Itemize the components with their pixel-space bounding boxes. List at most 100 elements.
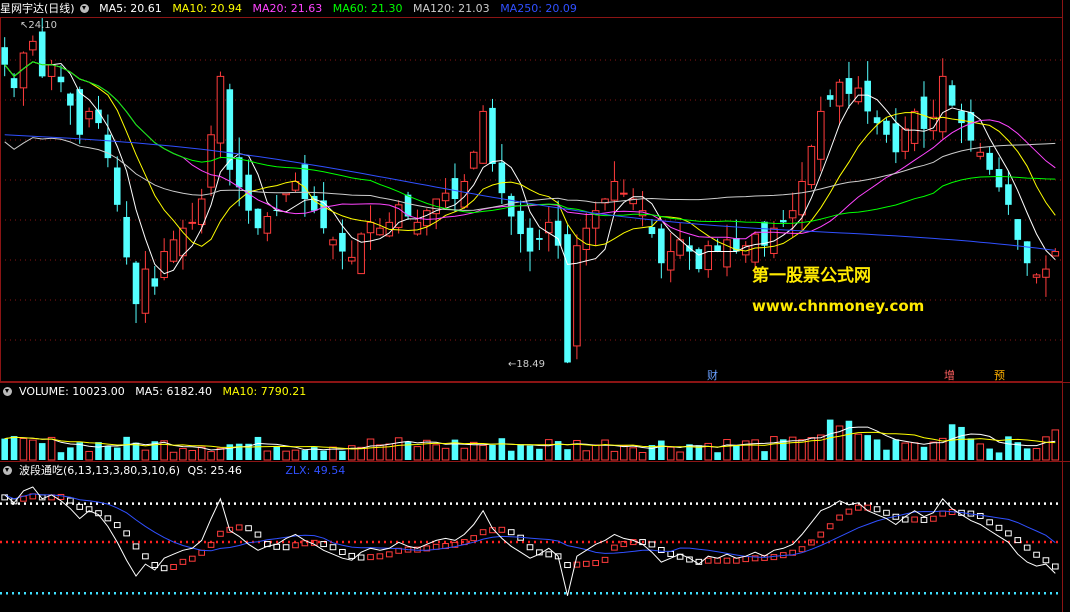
candle-body-down[interactable]: [1023, 241, 1031, 264]
candle-body-down[interactable]: [883, 120, 890, 135]
candle-body-up[interactable]: [1042, 268, 1050, 278]
volume-bar-up[interactable]: [19, 438, 28, 461]
volume-bar-down[interactable]: [507, 450, 515, 460]
candle-body-down[interactable]: [489, 107, 496, 164]
candle-body-down[interactable]: [986, 152, 993, 170]
event-marker-increase[interactable]: 增: [942, 369, 957, 382]
dropdown-icon[interactable]: [3, 466, 12, 475]
volume-bar-down[interactable]: [761, 451, 768, 460]
volume-bar-down[interactable]: [526, 445, 534, 460]
volume-bar-down[interactable]: [113, 447, 121, 460]
candle-body-up[interactable]: [357, 233, 365, 275]
volume-bar-up[interactable]: [638, 451, 647, 461]
candle-body-down[interactable]: [714, 245, 721, 252]
volume-bar-up[interactable]: [207, 451, 215, 461]
candle-body-down[interactable]: [498, 162, 506, 194]
candle-body-down[interactable]: [948, 85, 956, 106]
candle-body-up[interactable]: [723, 239, 731, 268]
candle-body-up[interactable]: [798, 180, 806, 216]
volume-bar-down[interactable]: [235, 443, 243, 460]
candle-body-up[interactable]: [188, 221, 197, 224]
candle-body-up[interactable]: [47, 64, 56, 77]
candle-body-down[interactable]: [517, 210, 524, 235]
candle-body-down[interactable]: [1014, 219, 1022, 240]
volume-bar-down[interactable]: [658, 440, 665, 460]
volume-bar-up[interactable]: [620, 445, 628, 461]
volume-bar-up[interactable]: [676, 451, 684, 461]
volume-bar-down[interactable]: [95, 442, 102, 460]
candle-body-up[interactable]: [835, 81, 844, 107]
volume-bar-up[interactable]: [432, 444, 440, 461]
candle-body-down[interactable]: [526, 227, 534, 252]
volume-bar-down[interactable]: [489, 444, 496, 460]
volume-bar-up[interactable]: [601, 439, 609, 461]
candle-body-down[interactable]: [779, 220, 787, 223]
candle-body-down[interactable]: [873, 117, 881, 124]
candle-body-down[interactable]: [554, 220, 562, 246]
candle-body-up[interactable]: [582, 227, 591, 251]
candle-body-up[interactable]: [817, 110, 825, 160]
candle-body-down[interactable]: [695, 249, 703, 270]
volume-bar-up[interactable]: [591, 444, 600, 461]
candle-body-up[interactable]: [807, 145, 816, 186]
volume-bar-down[interactable]: [273, 446, 281, 460]
candle-body-up[interactable]: [85, 110, 93, 120]
candle-body-up[interactable]: [1051, 251, 1060, 257]
volume-bar-up[interactable]: [441, 447, 450, 461]
candle-body-down[interactable]: [845, 78, 853, 94]
dropdown-icon[interactable]: [3, 387, 12, 396]
volume-bar-up[interactable]: [751, 439, 759, 461]
candle-body-up[interactable]: [423, 210, 431, 227]
volume-bar-down[interactable]: [123, 436, 130, 460]
candle-body-down[interactable]: [235, 157, 243, 188]
candle-body-up[interactable]: [901, 128, 910, 152]
volume-bar-down[interactable]: [883, 449, 890, 460]
candle-body-down[interactable]: [254, 208, 262, 229]
volume-bar-up[interactable]: [817, 434, 825, 461]
candle-body-up[interactable]: [263, 216, 272, 234]
volume-bar-down[interactable]: [826, 419, 834, 460]
volume-bar-up[interactable]: [141, 449, 150, 461]
candle-body-down[interactable]: [658, 228, 665, 264]
volume-bar-up[interactable]: [188, 449, 197, 461]
event-marker-finance[interactable]: 财: [705, 369, 720, 382]
volume-bar-down[interactable]: [920, 446, 928, 460]
volume-bar-down[interactable]: [57, 452, 65, 460]
volume-bar-down[interactable]: [948, 424, 956, 460]
volume-bar-down[interactable]: [536, 448, 543, 460]
candle-body-down[interactable]: [564, 234, 571, 363]
volume-bar-down[interactable]: [320, 450, 327, 460]
volume-bar-down[interactable]: [104, 446, 112, 460]
candle-body-down[interactable]: [132, 262, 140, 305]
volume-bar-up[interactable]: [85, 450, 93, 461]
volume-bar-up[interactable]: [544, 439, 553, 461]
volume-bar-up[interactable]: [479, 444, 487, 461]
candle-body-up[interactable]: [141, 268, 150, 314]
volume-bar-up[interactable]: [770, 436, 778, 461]
volume-bar-up[interactable]: [666, 446, 675, 461]
candle-body-up[interactable]: [469, 151, 478, 169]
volume-bar-up[interactable]: [901, 442, 910, 461]
volume-bar-down[interactable]: [967, 438, 975, 460]
candle-body-up[interactable]: [666, 251, 675, 271]
candle-body-down[interactable]: [451, 178, 459, 199]
candle-body-up[interactable]: [479, 110, 487, 164]
candle-body-up[interactable]: [413, 221, 422, 235]
candle-body-down[interactable]: [339, 232, 346, 252]
volume-bar-up[interactable]: [1032, 448, 1041, 461]
volume-bar-down[interactable]: [995, 452, 1003, 460]
volume-bar-down[interactable]: [517, 444, 524, 460]
candle-body-down[interactable]: [1005, 184, 1012, 205]
volume-bar-down[interactable]: [892, 439, 900, 460]
candle-body-up[interactable]: [216, 75, 225, 144]
volume-bar-up[interactable]: [1051, 429, 1060, 461]
volume-bar-up[interactable]: [582, 450, 591, 461]
volume-bar-down[interactable]: [404, 441, 412, 460]
candle-body-down[interactable]: [76, 89, 84, 135]
candle-body-up[interactable]: [610, 180, 619, 201]
candle-body-up[interactable]: [620, 192, 628, 195]
volume-bar-up[interactable]: [216, 447, 225, 461]
candle-body-down[interactable]: [995, 169, 1003, 188]
volume-bar-up[interactable]: [179, 447, 187, 461]
volume-bar-up[interactable]: [29, 439, 37, 461]
